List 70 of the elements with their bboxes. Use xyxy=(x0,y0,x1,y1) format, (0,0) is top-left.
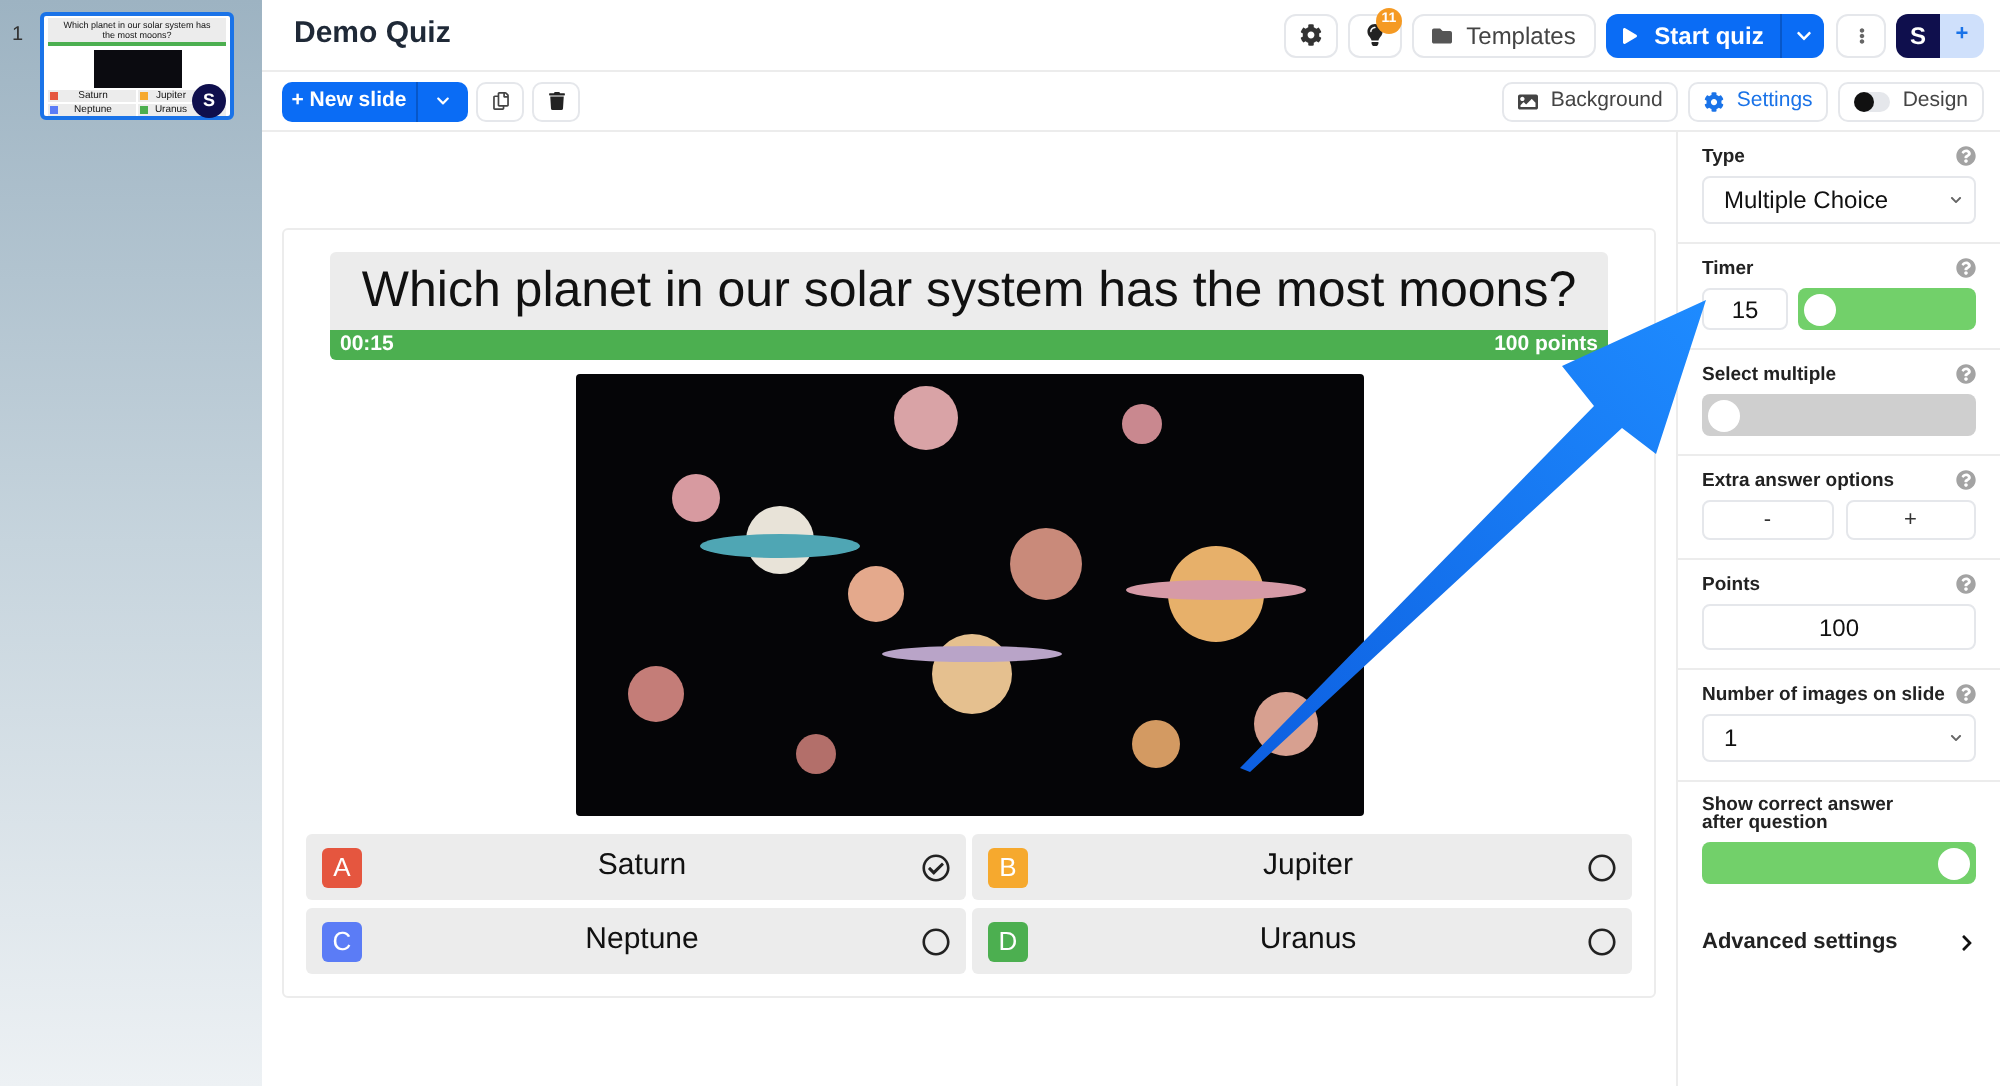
field-label: Type xyxy=(1702,147,1747,165)
help-icon[interactable] xyxy=(1956,146,1976,166)
answer-letter-tile: B xyxy=(988,847,1028,887)
dropdown-select[interactable]: 1 xyxy=(1702,714,1976,762)
new-slide-options-button[interactable] xyxy=(416,81,468,121)
help-icon[interactable] xyxy=(1956,364,1976,384)
answer-text: Uranus xyxy=(1257,920,1359,961)
slide-number: 1 xyxy=(12,22,26,50)
help-icon[interactable] xyxy=(1956,258,1976,278)
timer-text: 00:15 xyxy=(340,329,394,360)
settings-button[interactable] xyxy=(1284,13,1338,57)
more-button[interactable] xyxy=(1836,13,1886,57)
user-avatar: S xyxy=(192,84,226,118)
stepper-button[interactable]: + xyxy=(1845,500,1976,540)
help-icon[interactable] xyxy=(1956,574,1976,594)
points-text: 100 points xyxy=(1494,329,1598,360)
view-tab[interactable]: Design xyxy=(1838,81,1984,121)
field-label: Points xyxy=(1702,575,1763,593)
delete-button[interactable] xyxy=(532,81,580,121)
help-icon[interactable] xyxy=(1956,684,1976,704)
settings-icon xyxy=(1704,91,1725,111)
toggle-knob[interactable] xyxy=(1804,293,1836,325)
copy-icon xyxy=(491,92,509,110)
answer-option[interactable]: A Saturn xyxy=(306,834,966,900)
answer-letter-tile: C xyxy=(322,921,362,961)
question-text: Which planet in our solar system has the most moons? xyxy=(330,252,1608,330)
toggle-icon xyxy=(1854,91,1891,111)
field-label: Show correct answer after question xyxy=(1702,796,1896,832)
view-tab[interactable]: Background xyxy=(1502,81,1679,121)
photo-placeholder xyxy=(93,49,181,88)
toggle-knob[interactable] xyxy=(1708,399,1740,431)
image-icon xyxy=(1518,91,1539,111)
trash-icon xyxy=(547,92,565,110)
caret-icon xyxy=(436,94,450,108)
points-input[interactable]: 100 xyxy=(1702,604,1976,650)
view-tab[interactable]: Settings xyxy=(1688,81,1829,121)
templates-button[interactable]: Templates xyxy=(1412,13,1596,57)
answer-letter-tile: D xyxy=(988,921,1028,961)
chevron-right-icon xyxy=(1958,933,1976,952)
answer-text: Jupiter xyxy=(1260,846,1356,887)
advanced-settings-link[interactable]: Advanced settings xyxy=(1702,926,1976,959)
answer-text: Neptune xyxy=(583,920,701,961)
answer-option[interactable]: D Uranus xyxy=(972,908,1632,974)
duplicate-button[interactable] xyxy=(476,81,524,121)
field-label: Number of images on slide xyxy=(1702,685,1947,703)
play-icon xyxy=(1622,27,1639,43)
field-label: Extra answer options xyxy=(1702,471,1897,489)
answer-option[interactable]: B Jupiter xyxy=(972,834,1632,900)
user-avatar[interactable]: S xyxy=(1896,13,1940,57)
toggle-switch[interactable] xyxy=(1702,842,1976,884)
start-options-button[interactable] xyxy=(1780,13,1824,57)
caret-icon xyxy=(1950,194,1962,206)
answer-letter-tile: A xyxy=(322,847,362,887)
new-slide-button[interactable]: + New slide xyxy=(282,81,416,121)
toggle-knob[interactable] xyxy=(1938,847,1970,879)
folder-icon xyxy=(1432,25,1453,45)
answer-text: Saturn xyxy=(595,846,689,887)
dropdown-select[interactable]: Multiple Choice xyxy=(1702,176,1976,224)
field-label: Timer xyxy=(1702,259,1756,277)
caret-icon xyxy=(1795,27,1811,43)
quiz-title: Demo Quiz xyxy=(294,14,451,55)
start-quiz-button[interactable]: Start quiz xyxy=(1606,13,1780,57)
settings-icon xyxy=(1300,24,1322,46)
help-icon[interactable] xyxy=(1956,470,1976,490)
stepper-button[interactable]: - xyxy=(1702,500,1833,540)
field-label: Select multiple xyxy=(1702,365,1839,383)
answer-option[interactable]: C Neptune xyxy=(306,908,966,974)
toggle-switch[interactable] xyxy=(1702,394,1976,436)
toggle-switch[interactable] xyxy=(1798,288,1976,330)
caret-icon xyxy=(1950,732,1962,744)
